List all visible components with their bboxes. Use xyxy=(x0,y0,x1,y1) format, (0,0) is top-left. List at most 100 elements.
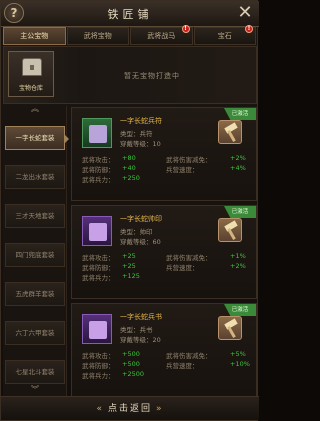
scroll-up-icon[interactable]: ︽ xyxy=(27,105,43,113)
stat-value: +5% xyxy=(230,350,246,358)
stat-label: 兵营速度： xyxy=(166,166,199,174)
forge-hammer-button[interactable] xyxy=(218,316,242,340)
alert-icon: ! xyxy=(245,25,253,33)
tab-label: 武将战马 xyxy=(147,32,176,40)
treasure-warehouse-button[interactable]: 宝物仓库 xyxy=(8,51,54,97)
tab-label: 武将宝物 xyxy=(83,32,112,40)
treasure-type: 类型：兵书 xyxy=(120,326,153,334)
stat-label: 武将兵力： xyxy=(82,274,115,282)
stat-value: +1% xyxy=(230,252,246,260)
sidebar-item-label: 四门兜底套装 xyxy=(15,251,55,259)
treasure-card: 已激活 一字长蛇兵书 类型：兵书 穿戴等级：20 武将攻击： +500 武将伤害减免… xyxy=(71,303,257,397)
sidebar-item-set-7[interactable]: 七星北斗套装 xyxy=(5,360,65,384)
sidebar-item-label: 三才天地套装 xyxy=(15,212,55,220)
stat-row: 武将兵力： +250 xyxy=(82,174,252,184)
stat-row: 武将防御： +25 兵营速度： +2% xyxy=(82,262,252,272)
stat-value: +2500 xyxy=(122,370,144,378)
treasure-stats: 武将攻击： +25 武将伤害减免： +1% 武将防御： +25 兵营速度： +2% 武将兵力… xyxy=(82,252,252,282)
close-button[interactable]: ✕ xyxy=(235,4,255,24)
treasure-icon[interactable] xyxy=(82,314,112,344)
stat-label: 武将兵力： xyxy=(82,176,115,184)
treasure-level-req: 穿戴等级：60 xyxy=(120,238,161,246)
stat-row: 武将攻击： +500 武将伤害减免： +5% xyxy=(82,350,252,360)
treasure-stats: 武将攻击： +500 武将伤害减免： +5% 武将防御： +500 兵营速度： +10% 武… xyxy=(82,350,252,380)
stat-value: +25 xyxy=(122,262,136,270)
sidebar-item-label: 七星北斗套装 xyxy=(15,368,55,376)
stat-row: 武将兵力： +2500 xyxy=(82,370,252,380)
sidebar-item-label: 一字长蛇套装 xyxy=(15,134,55,142)
treasure-name: 一字长蛇兵符 xyxy=(120,117,162,125)
stat-value: +250 xyxy=(122,174,140,182)
stat-value: +10% xyxy=(230,360,250,368)
stat-value: +25 xyxy=(122,252,136,260)
sidebar-item-set-1[interactable]: 一字长蛇套装 xyxy=(5,126,69,150)
scroll-down-icon[interactable]: ︾ xyxy=(27,386,43,394)
stat-label: 武将伤害减免： xyxy=(166,254,212,262)
treasure-level-req: 穿戴等级：10 xyxy=(120,140,161,148)
chest-label: 宝物仓库 xyxy=(18,85,43,92)
treasure-card: 已激活 一字长蛇帅印 类型：帅印 穿戴等级：60 武将攻击： +25 武将伤害减免：… xyxy=(71,205,257,299)
chevron-left-icon: « xyxy=(96,404,104,414)
window-title: 铁匠铺 xyxy=(107,8,153,21)
stat-value: +40 xyxy=(122,164,136,172)
stat-value: +125 xyxy=(122,272,140,280)
treasure-stats: 武将攻击： +80 武将伤害减免： +2% 武将防御： +40 兵营速度： +4% 武将兵力… xyxy=(82,154,252,184)
seal-icon xyxy=(89,223,107,241)
stat-label: 武将伤害减免： xyxy=(166,156,212,164)
tab-gem[interactable]: 宝石! xyxy=(193,25,256,45)
tab-general-horse[interactable]: 武将战马! xyxy=(130,25,193,45)
sidebar-item-set-2[interactable]: 二龙出水套装 xyxy=(5,165,65,189)
stat-value: +2% xyxy=(230,262,246,270)
treasure-type: 类型：帅印 xyxy=(120,228,153,236)
treasure-icon[interactable] xyxy=(82,216,112,246)
stat-row: 武将攻击： +80 武将伤害减免： +2% xyxy=(82,154,252,164)
stat-value: +80 xyxy=(122,154,136,162)
sidebar-item-set-5[interactable]: 五虎群羊套装 xyxy=(5,282,65,306)
stat-row: 武将防御： +40 兵营速度： +4% xyxy=(82,164,252,174)
tab-lord-treasure[interactable]: 主公宝物 xyxy=(3,27,66,45)
stat-value: +500 xyxy=(122,360,140,368)
forge-hammer-button[interactable] xyxy=(218,218,242,242)
activated-ribbon: 已激活 xyxy=(224,108,256,120)
activated-ribbon: 已激活 xyxy=(224,304,256,316)
window-header: ? 铁匠铺 ✕ xyxy=(1,1,259,27)
selected-arrow-icon xyxy=(64,134,69,144)
chest-icon xyxy=(22,58,42,76)
stat-label: 武将攻击： xyxy=(82,254,115,262)
stat-value: +500 xyxy=(122,350,140,358)
treasure-type: 类型：兵符 xyxy=(120,130,153,138)
stat-value: +2% xyxy=(230,154,246,162)
book-icon xyxy=(89,321,107,339)
stat-label: 兵营速度： xyxy=(166,362,199,370)
stat-label: 武将攻击： xyxy=(82,156,115,164)
activated-ribbon: 已激活 xyxy=(224,206,256,218)
tally-icon xyxy=(89,125,107,143)
stat-value: +4% xyxy=(230,164,246,172)
chevron-right-icon: » xyxy=(156,404,164,414)
tab-label: 宝石 xyxy=(217,32,232,40)
sidebar-item-label: 二龙出水套装 xyxy=(15,173,55,181)
forge-hammer-button[interactable] xyxy=(218,120,242,144)
sidebar-item-set-3[interactable]: 三才天地套装 xyxy=(5,204,65,228)
tab-general-treasure[interactable]: 武将宝物 xyxy=(66,27,129,45)
stat-label: 武将兵力： xyxy=(82,372,115,380)
sidebar-item-label: 六丁六甲套装 xyxy=(15,329,55,337)
set-sidebar: ︽ 一字长蛇套装 二龙出水套装 三才天地套装 四门兜底套装 五虎群羊套装 六丁六… xyxy=(3,105,69,396)
sidebar-item-set-6[interactable]: 六丁六甲套装 xyxy=(5,321,65,345)
treasure-icon[interactable] xyxy=(82,118,112,148)
sidebar-item-set-4[interactable]: 四门兜底套装 xyxy=(5,243,65,267)
stat-label: 武将伤害减免： xyxy=(166,352,212,360)
forge-status-text: 暂无宝物打造中 xyxy=(124,72,180,80)
stat-label: 武将防御： xyxy=(82,264,115,272)
back-button[interactable]: «点击返回 » xyxy=(75,400,185,418)
treasure-name: 一字长蛇兵书 xyxy=(120,313,162,321)
footer-bar: «点击返回 » xyxy=(1,396,259,420)
tab-bar: 主公宝物 武将宝物 武将战马! 宝石! xyxy=(3,25,257,45)
back-label: 点击返回 xyxy=(107,404,152,414)
stat-label: 武将防御： xyxy=(82,166,115,174)
stat-label: 武将防御： xyxy=(82,362,115,370)
sidebar-item-label: 五虎群羊套装 xyxy=(15,290,55,298)
stat-row: 武将兵力： +125 xyxy=(82,272,252,282)
tab-label: 主公宝物 xyxy=(20,32,49,40)
treasure-name: 一字长蛇帅印 xyxy=(120,215,162,223)
